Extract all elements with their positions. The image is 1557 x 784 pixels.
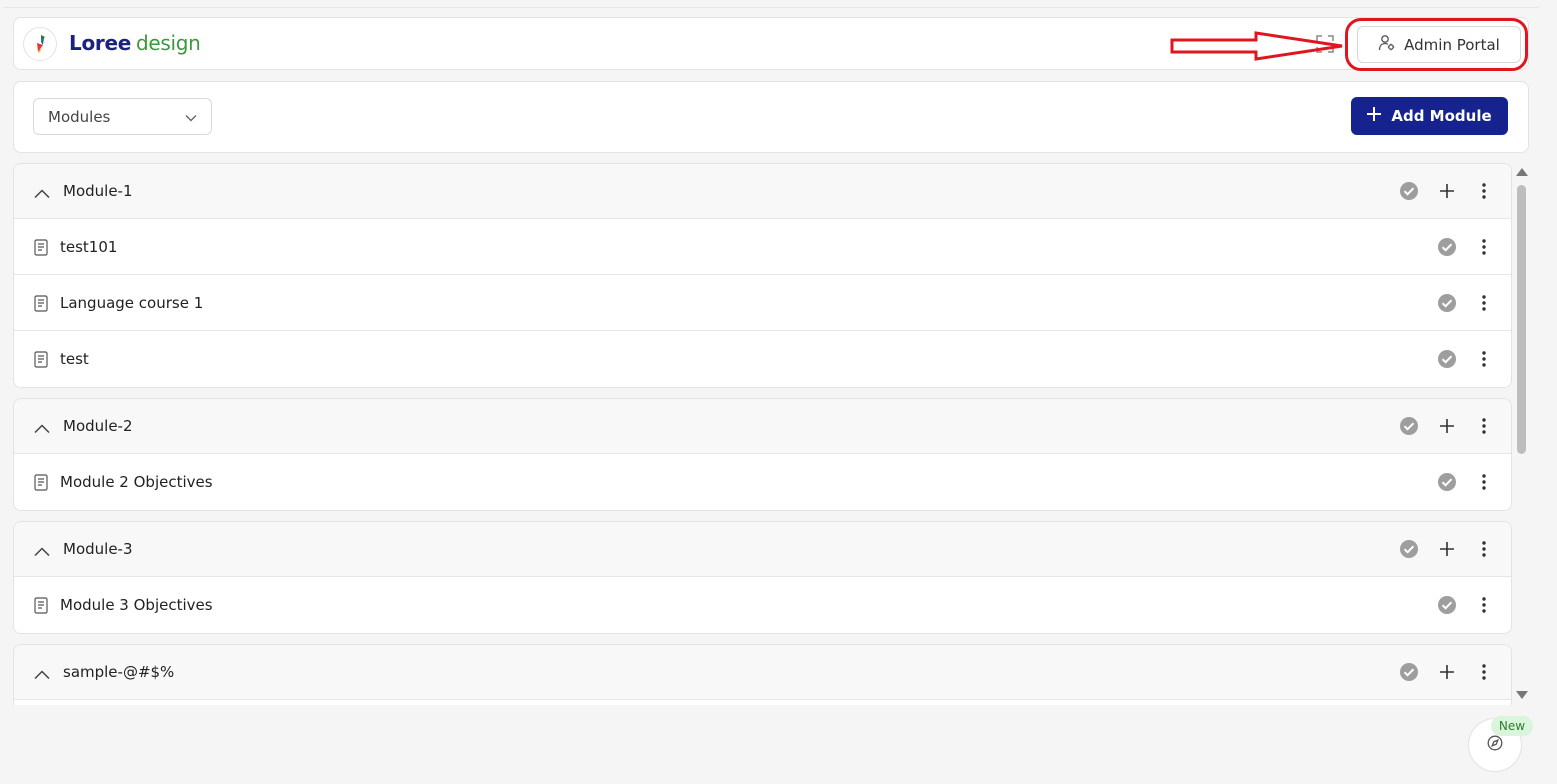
chevron-up-icon[interactable]: [34, 665, 50, 684]
module-item[interactable]: test101: [14, 219, 1511, 275]
chevron-up-icon[interactable]: [34, 542, 50, 561]
add-module-button[interactable]: Add Module: [1351, 97, 1508, 135]
admin-portal-button[interactable]: Admin Portal: [1357, 26, 1521, 63]
item-title: test101: [60, 237, 118, 256]
item-title: test: [60, 350, 89, 368]
module-title: Module-1: [63, 182, 133, 200]
module-card: Module-3 Module 3 Objectives: [13, 521, 1512, 634]
user-settings-icon: [1378, 34, 1396, 56]
more-vertical-icon[interactable]: [1473, 236, 1495, 258]
module-header[interactable]: sample-@#$%: [14, 645, 1511, 700]
check-circle-icon[interactable]: [1398, 415, 1420, 437]
check-circle-icon[interactable]: [1436, 292, 1458, 314]
chevron-up-icon[interactable]: [34, 184, 50, 203]
check-circle-icon[interactable]: [1398, 661, 1420, 683]
module-card: Module-1 test101 Language course 1 test: [13, 163, 1512, 388]
check-circle-icon[interactable]: [1398, 180, 1420, 202]
module-card: sample-@#$%: [13, 644, 1512, 705]
top-header: Loree design Admin Portal: [13, 17, 1529, 70]
document-icon: [34, 295, 48, 316]
view-select[interactable]: Modules: [33, 98, 212, 135]
loree-logo-icon: [23, 27, 57, 61]
scroll-down-arrow-icon[interactable]: [1516, 691, 1528, 699]
item-title: Module 2 Objectives: [60, 473, 213, 491]
module-item[interactable]: Module 2 Objectives: [14, 454, 1511, 510]
check-circle-icon[interactable]: [1436, 348, 1458, 370]
more-vertical-icon[interactable]: [1473, 180, 1495, 202]
module-title: sample-@#$%: [63, 663, 175, 681]
scroll-up-arrow-icon[interactable]: [1516, 168, 1528, 176]
modules-toolbar: Modules Add Module: [13, 81, 1529, 153]
check-circle-icon[interactable]: [1398, 538, 1420, 560]
module-title: Module-3: [63, 540, 133, 558]
module-item-placeholder: [14, 700, 1511, 705]
view-select-value: Modules: [48, 107, 111, 126]
fullscreen-icon[interactable]: [1314, 33, 1336, 55]
module-card: Module-2 Module 2 Objectives: [13, 398, 1512, 511]
module-title: Module-2: [63, 417, 133, 435]
new-badge: New: [1491, 716, 1533, 736]
add-item-icon[interactable]: [1436, 415, 1458, 437]
module-header[interactable]: Module-3: [14, 522, 1511, 577]
chevron-down-icon: [185, 108, 197, 126]
module-list: Module-1 test101 Language course 1 test: [13, 163, 1512, 705]
check-circle-icon[interactable]: [1436, 594, 1458, 616]
brand-secondary: design: [135, 31, 201, 55]
document-icon: [34, 597, 48, 618]
more-vertical-icon[interactable]: [1473, 292, 1495, 314]
more-vertical-icon[interactable]: [1473, 594, 1495, 616]
module-item[interactable]: Language course 1: [14, 275, 1511, 331]
scrollbar-thumb[interactable]: [1517, 185, 1526, 454]
add-item-icon[interactable]: [1436, 661, 1458, 683]
module-header[interactable]: Module-1: [14, 164, 1511, 219]
check-circle-icon[interactable]: [1436, 471, 1458, 493]
brand-primary: Loree: [69, 31, 131, 55]
document-icon: [34, 239, 48, 260]
more-vertical-icon[interactable]: [1473, 415, 1495, 437]
more-vertical-icon[interactable]: [1473, 538, 1495, 560]
admin-portal-label: Admin Portal: [1404, 35, 1500, 54]
add-item-icon[interactable]: [1436, 538, 1458, 560]
compass-icon: [1487, 735, 1503, 755]
document-icon: [34, 351, 48, 372]
item-title: Language course 1: [60, 293, 204, 312]
item-title: Module 3 Objectives: [60, 596, 213, 614]
more-vertical-icon[interactable]: [1473, 661, 1495, 683]
module-header[interactable]: Module-2: [14, 399, 1511, 454]
plus-icon: [1367, 107, 1382, 125]
module-item[interactable]: Module 3 Objectives: [14, 577, 1511, 633]
module-item[interactable]: test: [14, 331, 1511, 387]
add-module-label: Add Module: [1391, 107, 1492, 125]
add-item-icon[interactable]: [1436, 180, 1458, 202]
check-circle-icon[interactable]: [1436, 236, 1458, 258]
document-icon: [34, 474, 48, 495]
brand-name: Loree design: [69, 31, 201, 55]
chevron-up-icon[interactable]: [34, 419, 50, 438]
more-vertical-icon[interactable]: [1473, 348, 1495, 370]
more-vertical-icon[interactable]: [1473, 471, 1495, 493]
